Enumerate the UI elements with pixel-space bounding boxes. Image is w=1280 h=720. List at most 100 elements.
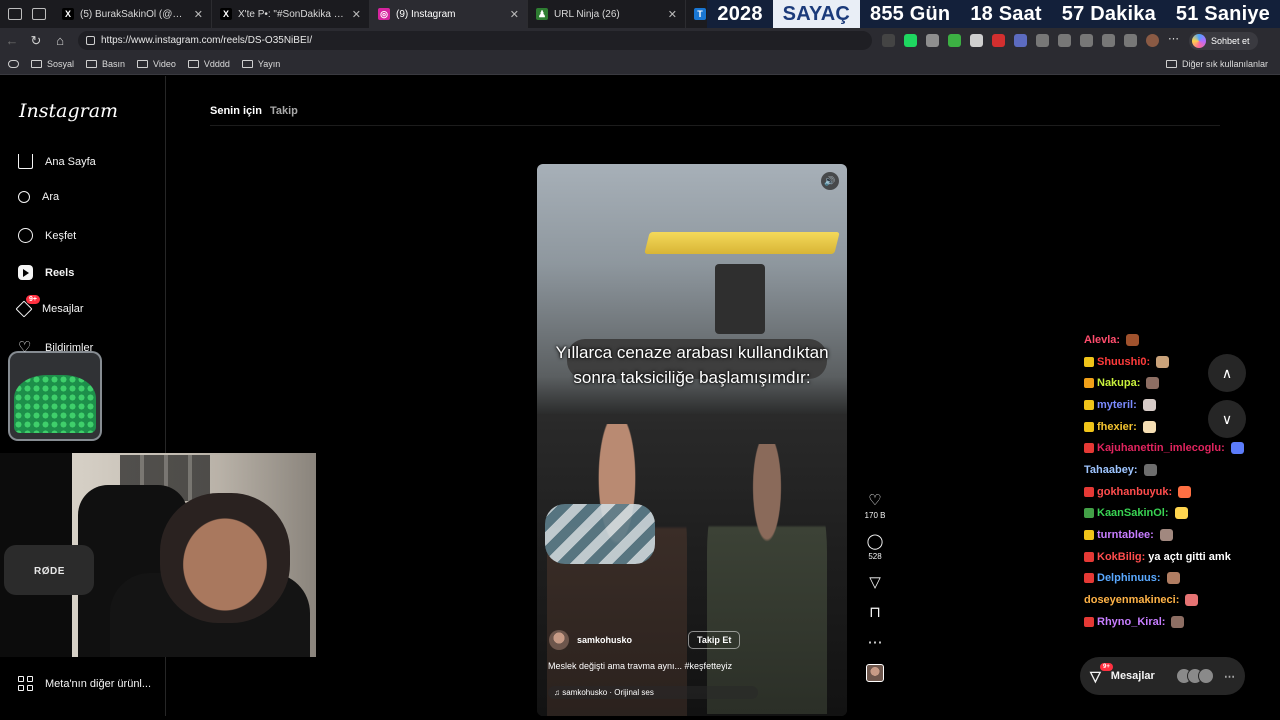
bookmark-icon: ⊓ xyxy=(869,604,881,621)
bookmark-folder[interactable]: Video xyxy=(137,59,176,69)
message-avatars xyxy=(1176,668,1214,684)
chat-badge-icon xyxy=(1084,399,1094,410)
extension-icon[interactable] xyxy=(948,34,961,47)
browser-tab[interactable]: X X'te P•: "#SonDakika | MHP Genel... ✕ xyxy=(212,0,370,28)
reel-caption-line: Yıllarca cenaze arabası kullandıktan xyxy=(555,343,829,362)
collections-icon[interactable] xyxy=(1102,34,1115,47)
reel-person-passenger xyxy=(707,444,827,714)
more-menu-icon[interactable]: ⋯ xyxy=(1168,34,1181,47)
sidebar-item-reels[interactable]: Reels xyxy=(18,265,74,280)
chat-emote-icon xyxy=(1142,398,1156,411)
extensions-puzzle-icon[interactable] xyxy=(1058,34,1071,47)
comment-button[interactable]: ◯ 528 xyxy=(862,533,888,561)
more-options-button[interactable]: ⋯ xyxy=(862,634,888,651)
split-screen-icon[interactable] xyxy=(1036,34,1049,47)
sidebar-item-compass[interactable]: Keşfet xyxy=(18,228,76,243)
author-username[interactable]: samkohusko xyxy=(577,635,632,645)
stream-chat-overlay: Alevla: Shuushi0: Nakupa: myteril: fhexier: K… xyxy=(1084,329,1274,633)
chat-message: KokBilig: ya açtı gitti amk xyxy=(1084,546,1274,568)
meta-more-item[interactable]: Meta'nın diğer ürünl... xyxy=(18,676,151,691)
site-info-icon[interactable] xyxy=(86,36,95,45)
audio-thumbnail[interactable] xyxy=(862,664,888,682)
home-icon[interactable]: ⌂ xyxy=(48,33,72,48)
chat-username: Rhyno_Kiral: xyxy=(1097,615,1166,628)
extension-icon[interactable] xyxy=(992,34,1005,47)
chat-badge-icon xyxy=(1084,573,1094,584)
reading-list-icon[interactable] xyxy=(8,59,19,68)
other-bookmarks[interactable]: Diğer sık kullanılanlar xyxy=(1165,53,1268,75)
chat-username: Delphinuus: xyxy=(1097,572,1161,585)
refresh-icon[interactable]: ↻ xyxy=(24,33,48,49)
chat-emote-icon xyxy=(1230,442,1244,455)
instagram-logo[interactable]: Instagram xyxy=(19,100,118,122)
grid-icon xyxy=(18,676,33,691)
messages-pill[interactable]: ▽ 9+ Mesajlar ⋯ xyxy=(1080,657,1245,695)
sidebar-item-home[interactable]: Ana Sayfa xyxy=(18,154,96,169)
chat-username: Alevla: xyxy=(1084,333,1121,346)
profile-avatar[interactable] xyxy=(1146,34,1159,47)
chat-emote-icon xyxy=(1146,377,1160,390)
bookmark-folder[interactable]: Sosyal xyxy=(31,59,74,69)
browser-essentials-icon[interactable] xyxy=(1124,34,1137,47)
chat-emote-icon xyxy=(1171,615,1185,628)
close-tab-icon[interactable]: ✕ xyxy=(194,8,203,21)
more-icon: ⋯ xyxy=(867,634,883,651)
browser-tab[interactable]: ♟ URL Ninja (26) ✕ xyxy=(528,0,686,28)
address-bar-row: ← ↻ ⌂ https://www.instagram.com/reels/DS… xyxy=(0,28,1280,53)
extension-icon[interactable] xyxy=(882,34,895,47)
sidebar-item-label: Mesajlar xyxy=(42,303,84,315)
feed-tabs: Senin için Takip xyxy=(210,105,298,117)
window-controls xyxy=(0,0,54,28)
chat-emote-icon xyxy=(1142,420,1156,433)
chat-emote-icon xyxy=(1126,333,1140,346)
close-tab-icon[interactable]: ✕ xyxy=(352,8,361,21)
reel-video[interactable]: Yıllarca cenaze arabası kullandıktan son… xyxy=(537,164,847,716)
chat-badge-icon xyxy=(1084,356,1094,367)
reel-audio[interactable]: ♫ samkohusko · Orijinal ses xyxy=(548,686,758,699)
bookmark-folder[interactable]: Vdddd xyxy=(187,59,230,69)
browser-tab[interactable]: ◎ (9) Instagram ✕ xyxy=(370,0,528,28)
chat-message: KaanSakinOl: xyxy=(1084,503,1274,525)
send-icon: ▽ xyxy=(1090,667,1101,684)
extension-icon[interactable] xyxy=(1014,34,1027,47)
extension-icon[interactable] xyxy=(904,34,917,47)
url-field[interactable]: https://www.instagram.com/reels/DS-O35Ni… xyxy=(78,31,872,50)
chat-username: KaanSakinOl: xyxy=(1097,507,1169,520)
tab-strip: X (5) BurakSakinOl (@buraktut_) / X ✕ X X'te… xyxy=(54,0,746,28)
copilot-button[interactable]: Sohbet et xyxy=(1189,31,1258,50)
feed-divider xyxy=(210,125,1220,126)
volume-icon[interactable]: 🔊 xyxy=(821,172,839,190)
tab-for-you[interactable]: Senin için xyxy=(210,105,262,117)
back-icon[interactable]: ← xyxy=(0,33,24,48)
workspaces-icon[interactable] xyxy=(8,8,22,20)
sidebar-item-label: Keşfet xyxy=(45,229,77,242)
favorites-star-icon[interactable] xyxy=(1080,34,1093,47)
tab-actions-icon[interactable] xyxy=(32,8,46,20)
reel-description[interactable]: Meslek değişti ama travma aynı... #keşfe… xyxy=(548,661,732,671)
countdown-hours: 18 Saat xyxy=(970,2,1042,25)
bookmark-folder[interactable]: Yayın xyxy=(241,58,281,69)
extension-icon[interactable] xyxy=(970,34,983,47)
chat-message: gokhanbuyuk: xyxy=(1084,481,1274,503)
save-button[interactable]: ⊓ xyxy=(862,604,888,621)
folder-icon xyxy=(31,59,42,68)
follow-button[interactable]: Takip Et xyxy=(688,631,741,649)
audio-cover-icon xyxy=(866,664,884,682)
countdown-year: 2028 xyxy=(717,2,763,25)
chat-message: Nakupa: xyxy=(1084,372,1274,394)
browser-tab[interactable]: X (5) BurakSakinOl (@buraktut_) / X ✕ xyxy=(54,0,212,28)
messages-badge: 9+ xyxy=(1100,663,1113,671)
chat-badge-icon xyxy=(1084,486,1094,497)
sidebar-item-send[interactable]: 9+ Mesajlar xyxy=(15,295,84,318)
author-avatar[interactable] xyxy=(549,630,569,650)
bookmark-label: Yayın xyxy=(257,58,281,69)
chat-message: Delphinuus: xyxy=(1084,568,1274,590)
bookmark-folder[interactable]: Basın xyxy=(86,59,125,69)
sidebar-item-search[interactable]: Ara xyxy=(18,191,59,203)
tab-following[interactable]: Takip xyxy=(270,105,298,117)
close-tab-icon[interactable]: ✕ xyxy=(510,8,519,21)
like-button[interactable]: ♡ 170 B xyxy=(862,492,888,520)
extension-icon[interactable] xyxy=(926,34,939,47)
share-button[interactable]: ▽ xyxy=(862,574,888,591)
close-tab-icon[interactable]: ✕ xyxy=(668,8,677,21)
